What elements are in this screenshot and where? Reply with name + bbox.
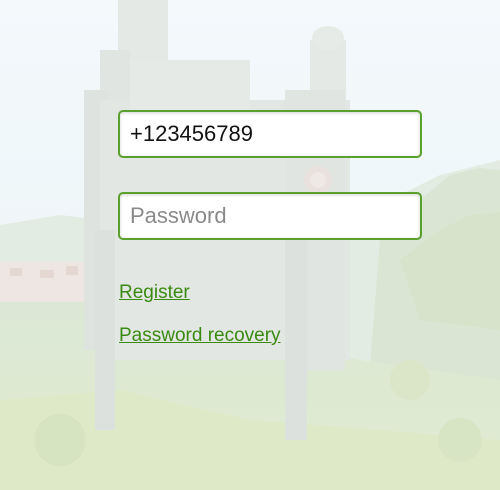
password-input[interactable]: [118, 192, 422, 240]
phone-input[interactable]: [118, 110, 422, 158]
login-form: Register Password recovery: [0, 0, 500, 490]
password-recovery-link[interactable]: Password recovery: [119, 325, 281, 347]
register-link[interactable]: Register: [119, 282, 190, 304]
